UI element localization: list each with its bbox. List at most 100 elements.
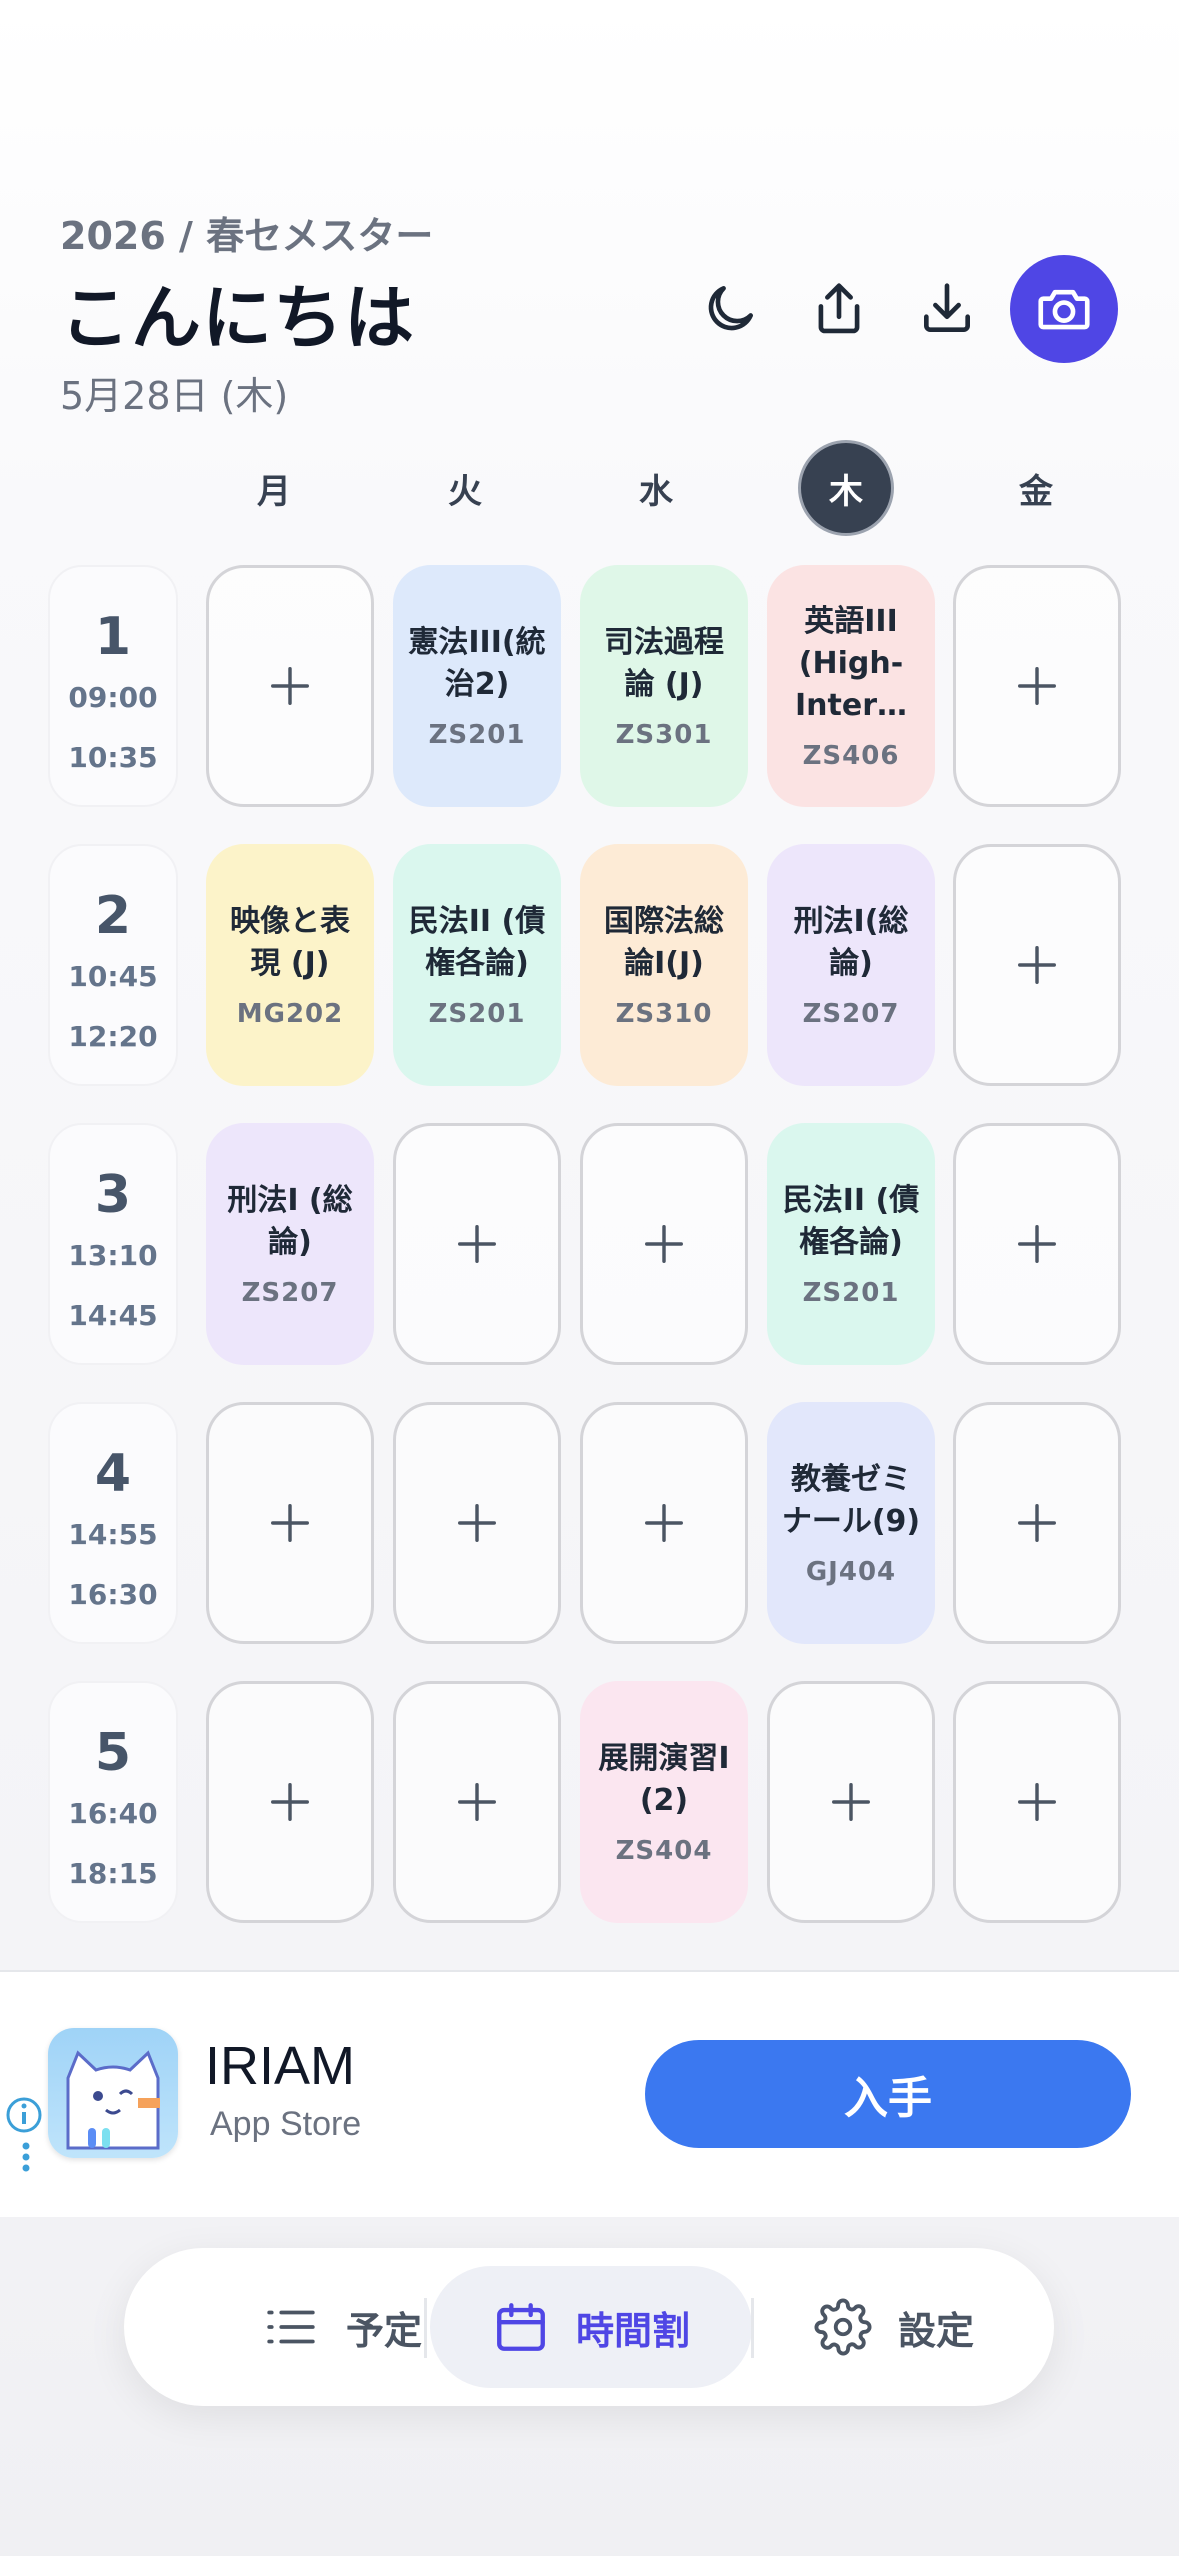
period-5: 5 16:40 18:15 [48,1681,178,1923]
period-number: 5 [94,1723,132,1783]
plus-icon [645,1225,683,1263]
tab-divider [424,2298,427,2358]
class-name: 展開演習I (2) [598,1741,730,1818]
class-room: ZS310 [615,999,713,1029]
semester-label: 2026 / 春セメスター [60,214,434,258]
period-number: 4 [94,1444,132,1504]
class-name: 刑法I (総論) [227,1183,353,1260]
day-tue: 火 [448,471,482,512]
camera-button[interactable] [1010,255,1118,363]
day-wed: 水 [639,471,673,512]
day-mon: 月 [257,471,291,512]
greeting-title: こんにちは [60,277,415,359]
period-end-time: 18:15 [68,1857,158,1890]
period-number: 3 [94,1165,132,1225]
period-4: 4 14:55 16:30 [48,1402,178,1644]
class-card[interactable]: 司法過程論 (J) ZS301 [580,565,748,807]
add-class-button[interactable] [953,565,1121,807]
tab-timetable[interactable]: 時間割 [430,2266,752,2388]
class-room: ZS201 [428,999,526,1029]
tab-settings[interactable]: 設定 [764,2266,1024,2388]
period-start-time: 09:00 [68,681,158,714]
period-3: 3 13:10 14:45 [48,1123,178,1365]
class-card[interactable]: 民法II (債権各論) ZS201 [393,844,561,1086]
add-class-button[interactable] [953,1681,1121,1923]
class-room: ZS207 [802,999,900,1029]
add-class-button[interactable] [393,1123,561,1365]
class-card[interactable]: 民法II (債権各論) ZS201 [767,1123,935,1365]
class-name: 憲法III(統治2) [408,625,546,702]
plus-icon [1018,1225,1056,1263]
ad-info-icon[interactable] [4,2090,44,2180]
period-start-time: 10:45 [68,960,158,993]
add-class-button[interactable] [393,1402,561,1644]
class-name: 国際法総論I(J) [604,904,724,981]
ad-app-name: IRIAM [205,2036,356,2096]
period-start-time: 16:40 [68,1797,158,1830]
add-class-button[interactable] [206,1681,374,1923]
dark-mode-button[interactable] [676,255,784,363]
class-room: ZS207 [241,1278,339,1308]
class-card[interactable]: 英語III (High-Inter… ZS406 [767,565,935,807]
period-start-time: 14:55 [68,1518,158,1551]
moon-icon [708,286,753,331]
add-class-button[interactable] [953,1402,1121,1644]
class-name: 司法過程論 (J) [604,625,724,702]
period-1: 1 09:00 10:35 [48,565,178,807]
add-class-button[interactable] [953,1123,1121,1365]
share-button[interactable] [785,255,893,363]
bottom-tab-bar: 予定 時間割 設定 [124,2248,1054,2406]
camera-icon [1038,289,1090,330]
class-name: 映像と表現 (J) [230,904,350,981]
period-2: 2 10:45 12:20 [48,844,178,1086]
share-icon [818,283,860,334]
period-number: 1 [94,607,132,667]
tab-divider [751,2298,754,2358]
class-card[interactable]: 刑法I(総論) ZS207 [767,844,935,1086]
tab-label: 時間割 [575,2308,690,2353]
plus-icon [271,667,309,705]
period-number: 2 [94,886,132,946]
plus-icon [1018,1504,1056,1542]
class-card[interactable]: 国際法総論I(J) ZS310 [580,844,748,1086]
add-class-button[interactable] [393,1681,561,1923]
plus-icon [458,1783,496,1821]
period-start-time: 13:10 [68,1239,158,1272]
ad-get-button[interactable]: 入手 [645,2040,1131,2148]
download-button[interactable] [893,255,1001,363]
class-card[interactable]: 刑法I (総論) ZS207 [206,1123,374,1365]
class-name: 英語III (High-Inter… [794,604,907,723]
plus-icon [458,1504,496,1542]
add-class-button[interactable] [580,1123,748,1365]
day-fri: 金 [1019,471,1053,512]
add-class-button[interactable] [206,1402,374,1644]
tab-label: 設定 [897,2308,974,2353]
class-card[interactable]: 展開演習I (2) ZS404 [580,1681,748,1923]
add-class-button[interactable] [767,1681,935,1923]
class-card[interactable]: 憲法III(統治2) ZS201 [393,565,561,807]
class-room: ZS406 [802,741,900,771]
add-class-button[interactable] [953,844,1121,1086]
ad-store-label: App Store [210,2105,362,2143]
plus-icon [1018,946,1056,984]
header: 2026 / 春セメスター こんにちは 5月28日 (木) [0,0,1179,420]
period-end-time: 12:20 [68,1020,158,1053]
class-card[interactable]: 教養ゼミナール(9) GJ404 [767,1402,935,1644]
plus-icon [271,1783,309,1821]
add-class-button[interactable] [580,1402,748,1644]
period-end-time: 10:35 [68,741,158,774]
plus-icon [645,1504,683,1542]
day-thu-today: 木 [798,440,894,536]
class-room: ZS201 [428,720,526,750]
class-name: 教養ゼミナール(9) [781,1462,921,1539]
current-date: 5月28日 (木) [60,374,289,418]
add-class-button[interactable] [206,565,374,807]
plus-icon [1018,667,1056,705]
period-end-time: 16:30 [68,1578,158,1611]
plus-icon [832,1783,870,1821]
gear-icon [814,2298,872,2356]
class-card[interactable]: 映像と表現 (J) MG202 [206,844,374,1086]
app-icon[interactable] [48,2028,178,2158]
class-name: 民法II (債権各論) [408,904,546,981]
class-room: MG202 [236,999,344,1029]
